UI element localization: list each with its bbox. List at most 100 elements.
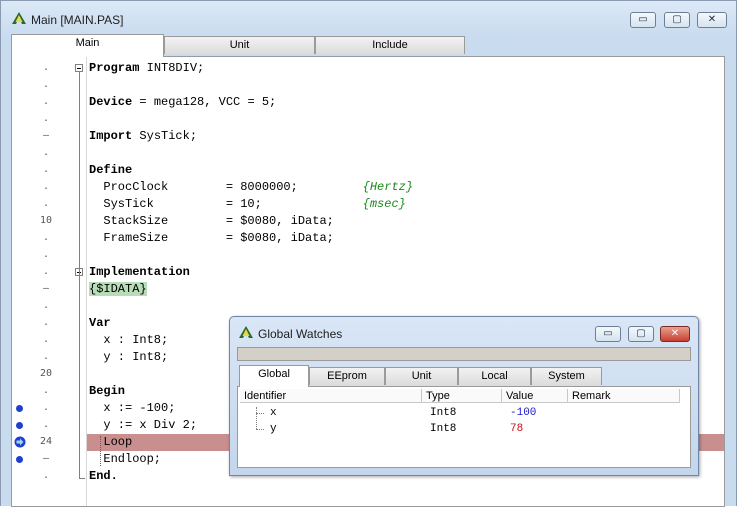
code-line[interactable]: ProcClock = 8000000; {Hertz} <box>89 179 413 196</box>
line-marker: . <box>42 470 50 481</box>
line-marker: 20 <box>39 368 53 379</box>
code-line[interactable]: End. <box>89 468 118 485</box>
line-marker: . <box>42 96 50 107</box>
fold-guide <box>79 478 85 479</box>
breakpoint-icon[interactable] <box>16 405 23 412</box>
tab-local[interactable]: Local <box>458 367 531 385</box>
restore-icon: ▢ <box>672 14 682 25</box>
code-line[interactable]: Endloop; <box>89 451 161 468</box>
minimize-button[interactable]: ▭ <box>630 12 656 28</box>
tab-eeprom[interactable]: EEprom <box>309 367 385 385</box>
window-title: Main [MAIN.PAS] <box>31 13 124 27</box>
code-token: x := -100; <box>89 401 176 415</box>
code-line[interactable]: Device = mega128, VCC = 5; <box>89 94 276 111</box>
code-line[interactable]: y : Int8; <box>89 349 168 366</box>
line-marker: . <box>42 385 50 396</box>
code-line[interactable]: Var <box>89 315 111 332</box>
line-marker: – <box>42 283 50 294</box>
watch-identifier: x <box>270 407 277 419</box>
code-line[interactable]: FrameSize = $0080, iData; <box>89 230 334 247</box>
column-header-identifier[interactable]: Identifier <box>240 389 422 403</box>
line-marker: . <box>42 300 50 311</box>
line-marker: . <box>42 79 50 90</box>
code-token: x : Int8; <box>89 333 169 347</box>
line-marker: . <box>42 334 50 345</box>
code-line[interactable]: Begin <box>89 383 125 400</box>
line-marker: . <box>42 351 50 362</box>
code-line[interactable]: Implementation <box>89 264 190 281</box>
title-bar[interactable]: Main [MAIN.PAS] ▭ ▢ ✕ <box>1 1 736 35</box>
line-marker: . <box>42 249 50 260</box>
code-token: Device <box>89 95 133 109</box>
tree-connector <box>256 413 264 414</box>
code-line[interactable]: x := -100; <box>89 400 175 417</box>
watches-title: Global Watches <box>258 327 343 341</box>
code-line[interactable]: y := x Div 2; <box>89 417 197 434</box>
breakpoint-icon[interactable] <box>16 456 23 463</box>
close-icon: ✕ <box>670 328 680 339</box>
code-token: FrameSize = $0080, iData; <box>89 231 334 245</box>
watches-close-button[interactable]: ✕ <box>660 326 690 342</box>
code-token: Program <box>89 61 140 75</box>
watch-type: Int8 <box>430 423 457 435</box>
code-line[interactable]: Loop <box>89 434 132 451</box>
watch-value[interactable]: 78 <box>510 422 523 436</box>
code-line[interactable]: Import SysTick; <box>89 128 197 145</box>
tab-unit[interactable]: Unit <box>385 367 458 385</box>
code-token: Var <box>89 316 111 330</box>
execution-arrow-icon <box>14 436 26 448</box>
tab-system[interactable]: System <box>531 367 602 385</box>
code-token: INT8DIV; <box>139 61 205 75</box>
tree-connector <box>256 407 258 429</box>
global-watches-window: Global Watches ▭ ▢ ✕ Global EEprom Unit … <box>229 316 699 476</box>
code-line[interactable]: Define <box>89 162 132 179</box>
line-marker: . <box>42 317 50 328</box>
line-marker: . <box>42 198 50 209</box>
close-icon: ✕ <box>707 14 717 25</box>
tab-main[interactable]: Main <box>11 34 164 57</box>
watches-minimize-button[interactable]: ▭ <box>595 326 621 342</box>
code-token: SysTick; <box>132 129 198 143</box>
watches-restore-button[interactable]: ▢ <box>628 326 654 342</box>
watches-table[interactable]: Identifier Type Value Remark x Int8 -100… <box>237 386 691 468</box>
code-token: Define <box>89 163 133 177</box>
column-header-type[interactable]: Type <box>422 389 502 403</box>
restore-button[interactable]: ▢ <box>664 12 690 28</box>
restore-icon: ▢ <box>636 328 646 339</box>
code-token: ProcClock = 8000000; <box>89 180 363 194</box>
tab-global[interactable]: Global <box>239 365 309 387</box>
editor-tabs: Main Unit Include <box>11 34 723 57</box>
code-token: Endloop; <box>89 452 162 466</box>
code-line[interactable]: {$IDATA} <box>89 281 147 298</box>
minimize-icon: ▭ <box>638 14 648 25</box>
code-token: Implementation <box>89 265 190 279</box>
line-marker: . <box>42 402 50 413</box>
line-marker: . <box>42 147 50 158</box>
tab-include[interactable]: Include <box>315 36 465 54</box>
line-marker: . <box>42 419 50 430</box>
close-button[interactable]: ✕ <box>697 12 727 28</box>
code-token: StackSize = $0080, iData; <box>89 214 334 228</box>
line-marker: – <box>42 453 50 464</box>
tree-connector <box>256 429 264 430</box>
watches-edit-bar[interactable] <box>237 347 691 361</box>
watch-identifier: y <box>270 423 277 435</box>
code-token: End. <box>89 469 118 483</box>
breakpoint-icon[interactable] <box>16 422 23 429</box>
code-comment: {msec} <box>362 197 406 211</box>
line-marker: . <box>42 113 50 124</box>
column-header-remark[interactable]: Remark <box>568 389 680 403</box>
column-header-value[interactable]: Value <box>502 389 568 403</box>
watch-value[interactable]: -100 <box>510 406 536 420</box>
code-line[interactable]: SysTick = 10; {msec} <box>89 196 406 213</box>
line-marker: . <box>42 62 50 73</box>
tab-unit[interactable]: Unit <box>164 36 315 54</box>
code-line[interactable]: Program INT8DIV; <box>89 60 204 77</box>
line-marker: – <box>42 130 50 141</box>
code-line[interactable]: x : Int8; <box>89 332 168 349</box>
code-token: = mega128, VCC = 5; <box>132 95 277 109</box>
fold-toggle-icon[interactable] <box>75 64 83 72</box>
code-line[interactable]: StackSize = $0080, iData; <box>89 213 334 230</box>
code-token: y := x Div 2; <box>89 418 198 432</box>
line-marker: 24 <box>39 436 53 447</box>
